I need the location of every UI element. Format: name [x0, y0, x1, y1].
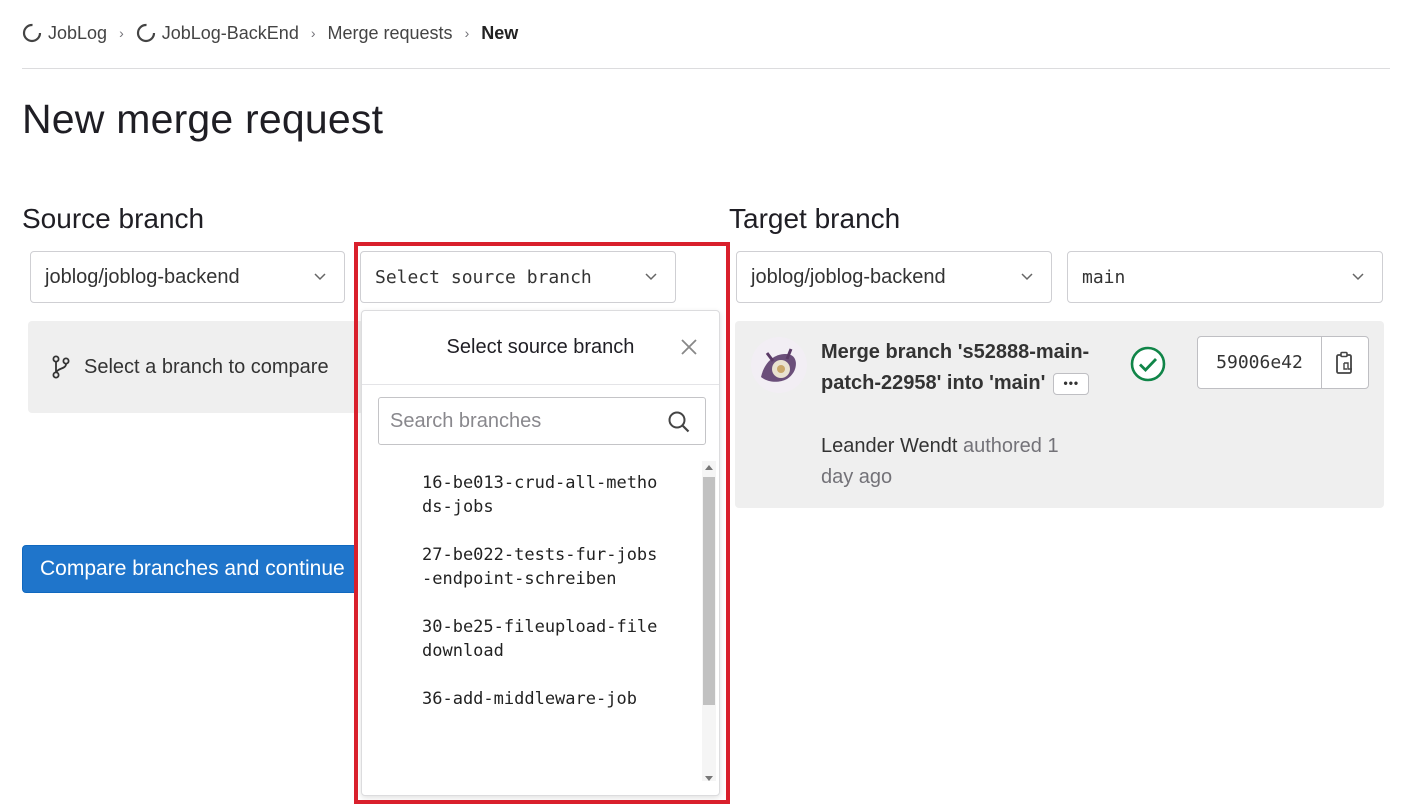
breadcrumb-label[interactable]: Merge requests — [328, 23, 453, 44]
commit-sha[interactable]: 59006e42 — [1198, 337, 1322, 388]
branch-option[interactable]: 27-be022-tests-fur-jobs-endpoint-schreib… — [362, 533, 662, 601]
compare-branches-button[interactable]: Compare branches and continue — [22, 545, 358, 593]
header-divider — [22, 68, 1390, 69]
scroll-up-icon[interactable] — [705, 465, 713, 470]
target-project-value: joblog/joblog-backend — [751, 265, 946, 288]
branch-search-input[interactable]: Search branches — [378, 397, 706, 445]
chevron-down-icon — [1021, 273, 1033, 281]
dropdown-header: Select source branch — [362, 311, 719, 385]
breadcrumb: JobLog › JobLog-BackEnd › Merge requests… — [22, 20, 518, 46]
scroll-down-icon[interactable] — [705, 776, 713, 781]
dropdown-title: Select source branch — [446, 336, 635, 358]
chevron-down-icon — [645, 273, 657, 281]
clipboard-icon — [1336, 351, 1352, 374]
target-project-select[interactable]: joblog/joblog-backend — [736, 251, 1052, 303]
source-branch-select[interactable]: Select source branch — [360, 251, 676, 303]
pipeline-success-icon[interactable] — [1129, 345, 1167, 383]
branch-option[interactable]: 30-be25-fileupload-filedownload — [362, 605, 662, 673]
source-branch-dropdown: Select source branch Search branches 16-… — [361, 310, 720, 796]
breadcrumb-item-joblog-backend[interactable]: JobLog-BackEnd — [136, 23, 299, 44]
compare-hint-text: Select a branch to compare — [84, 355, 329, 378]
target-branch-select[interactable]: main — [1067, 251, 1383, 303]
close-icon[interactable] — [679, 337, 699, 357]
breadcrumb-label[interactable]: JobLog-BackEnd — [162, 23, 299, 44]
source-project-value: joblog/joblog-backend — [45, 265, 240, 288]
chevron-down-icon — [314, 273, 326, 281]
branch-icon — [52, 355, 70, 379]
branch-option[interactable]: 36-add-middleware-job — [362, 677, 662, 721]
chevron-right-icon: › — [119, 25, 124, 41]
commit-author[interactable]: Leander Wendt — [821, 435, 957, 457]
latest-commit-card: Merge branch 's52888-main-patch-22958' i… — [735, 321, 1384, 508]
target-branch-value: main — [1082, 266, 1126, 288]
breadcrumb-item-new[interactable]: New — [481, 23, 518, 44]
commit-title-text[interactable]: Merge branch 's52888-main-patch-22958' i… — [821, 341, 1089, 394]
breadcrumb-item-merge-requests[interactable]: Merge requests — [328, 23, 453, 44]
compare-hint-box: Select a branch to compare — [28, 321, 364, 413]
target-branch-heading: Target branch — [729, 203, 901, 234]
chevron-right-icon: › — [310, 25, 316, 41]
scrollbar-thumb[interactable] — [703, 477, 715, 705]
commit-meta: Leander Wendt authored 1 day ago — [821, 431, 1091, 493]
breadcrumb-item-joblog[interactable]: JobLog — [22, 23, 107, 44]
source-project-select[interactable]: joblog/joblog-backend — [30, 251, 345, 303]
search-placeholder: Search branches — [390, 409, 542, 432]
source-branch-value: Select source branch — [375, 266, 592, 288]
search-icon — [668, 411, 690, 433]
avatar[interactable] — [751, 337, 807, 393]
branch-list: 16-be013-crud-all-methods-jobs 27-be022-… — [362, 461, 702, 795]
branch-option[interactable]: 16-be013-crud-all-methods-jobs — [362, 461, 662, 529]
source-branch-heading: Source branch — [22, 203, 205, 234]
project-icon — [22, 23, 42, 43]
project-icon — [136, 23, 155, 43]
page-title: New merge request — [22, 96, 384, 142]
chevron-down-icon — [1352, 273, 1364, 281]
branch-list-scrollbar[interactable] — [702, 461, 716, 781]
toggle-description-button[interactable]: ••• — [1053, 372, 1090, 395]
chevron-right-icon: › — [464, 25, 470, 41]
commit-title[interactable]: Merge branch 's52888-main-patch-22958' i… — [821, 337, 1091, 399]
copy-sha-button[interactable] — [1322, 337, 1368, 388]
breadcrumb-label[interactable]: New — [481, 23, 518, 44]
commit-sha-group: 59006e42 — [1197, 336, 1369, 389]
breadcrumb-label[interactable]: JobLog — [48, 23, 107, 44]
